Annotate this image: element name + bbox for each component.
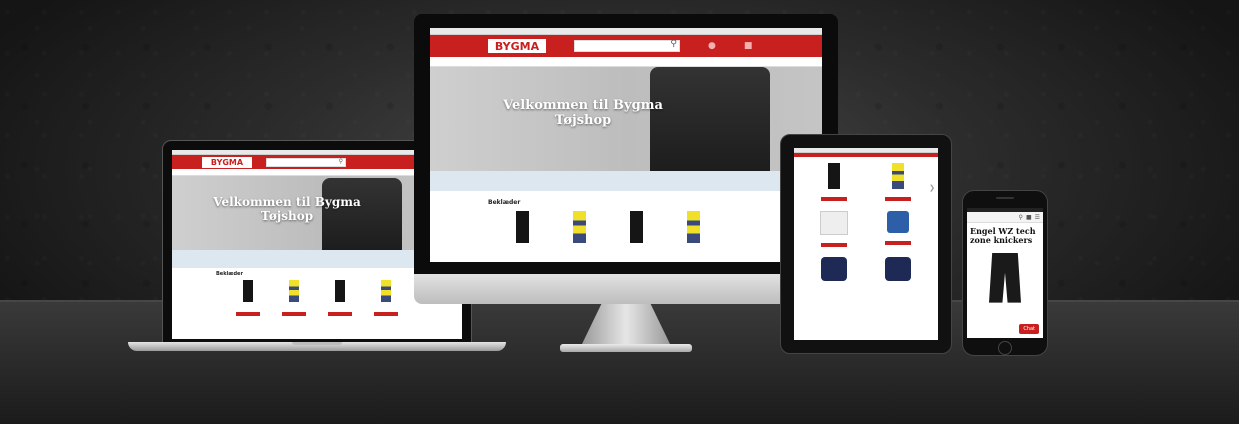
product-card[interactable] bbox=[573, 211, 586, 243]
hero-title: Velkommen til Bygma Tøjshop bbox=[488, 98, 678, 129]
hero-title-line1: Velkommen til Bygma bbox=[213, 195, 361, 209]
product-image bbox=[885, 257, 911, 281]
site-header: BYGMA ⚲ ● ■ bbox=[430, 35, 822, 57]
add-to-cart-button[interactable] bbox=[885, 241, 911, 245]
product-image bbox=[381, 280, 391, 302]
browser-chrome bbox=[430, 28, 822, 35]
product-card[interactable] bbox=[516, 211, 529, 243]
product-card[interactable] bbox=[866, 211, 930, 247]
product-list bbox=[430, 206, 822, 243]
product-image bbox=[289, 280, 299, 302]
hero-title: Velkommen til Bygma Tøjshop bbox=[207, 195, 367, 224]
product-image bbox=[516, 211, 529, 243]
product-image bbox=[820, 211, 848, 235]
product-card[interactable] bbox=[802, 163, 866, 201]
product-card[interactable] bbox=[866, 257, 930, 281]
tablet-screen: ❯ bbox=[794, 148, 938, 340]
search-icon[interactable]: ⚲ bbox=[670, 39, 677, 49]
search-input[interactable]: ⚲ bbox=[574, 39, 680, 52]
phone-device: ⚲ ■ ☰ Engel WZ tech zone knickers Chat bbox=[962, 190, 1048, 356]
phone-nav-bar: ⚲ ■ ☰ bbox=[967, 212, 1043, 223]
chat-button[interactable]: Chat bbox=[1019, 324, 1039, 334]
add-to-cart-button[interactable] bbox=[236, 312, 260, 316]
bygma-logo[interactable]: BYGMA bbox=[202, 156, 252, 168]
product-image bbox=[821, 257, 847, 281]
phone-home-button bbox=[998, 341, 1012, 355]
add-to-cart-button[interactable] bbox=[821, 197, 847, 201]
product-grid bbox=[794, 157, 938, 287]
product-title: Engel WZ tech zone knickers bbox=[970, 226, 1036, 245]
monitor-foot bbox=[560, 344, 692, 352]
section-title: Beklæder bbox=[488, 199, 521, 206]
cart-icon[interactable]: ■ bbox=[1026, 214, 1032, 221]
bygma-logo[interactable]: BYGMA bbox=[488, 39, 546, 53]
desktop-monitor-device: BYGMA ⚲ ● ■ Velkommen til Bygma Tøjshop … bbox=[414, 14, 838, 354]
tablet-device: ❯ bbox=[780, 134, 952, 354]
search-input[interactable]: ⚲ bbox=[266, 157, 346, 167]
phone-screen: ⚲ ■ ☰ Engel WZ tech zone knickers Chat bbox=[967, 208, 1043, 338]
product-image bbox=[892, 163, 904, 189]
add-to-cart-button[interactable] bbox=[328, 312, 352, 316]
cart-icon[interactable]: ■ bbox=[744, 41, 753, 51]
product-card[interactable] bbox=[374, 280, 398, 316]
product-image bbox=[828, 163, 840, 189]
add-to-cart-button[interactable] bbox=[821, 243, 847, 247]
chevron-right-icon[interactable]: ❯ bbox=[929, 184, 935, 192]
product-card[interactable] bbox=[687, 211, 700, 243]
hero-image: Velkommen til Bygma Tøjshop bbox=[430, 67, 822, 171]
account-info-bar bbox=[430, 171, 822, 191]
product-card[interactable] bbox=[328, 280, 352, 316]
product-image bbox=[687, 211, 700, 243]
add-to-cart-button[interactable] bbox=[282, 312, 306, 316]
hero-banner-scene: BYGMA ⚲ Velkommen til Bygma Tøjshop Bekl… bbox=[0, 0, 1239, 424]
product-card[interactable] bbox=[866, 163, 930, 201]
hero-title-line2: Tøjshop bbox=[554, 112, 612, 128]
add-to-cart-button[interactable] bbox=[374, 312, 398, 316]
product-card[interactable] bbox=[236, 280, 260, 316]
hero-title-line1: Velkommen til Bygma bbox=[503, 98, 663, 113]
product-image bbox=[630, 211, 643, 243]
product-image bbox=[573, 211, 586, 243]
main-nav bbox=[430, 57, 822, 67]
monitor-chin bbox=[414, 274, 838, 304]
search-icon[interactable]: ⚲ bbox=[339, 158, 343, 165]
monitor-stand bbox=[582, 304, 670, 344]
product-card[interactable] bbox=[630, 211, 643, 243]
product-card[interactable] bbox=[802, 211, 866, 247]
monitor-screen: BYGMA ⚲ ● ■ Velkommen til Bygma Tøjshop … bbox=[430, 28, 822, 262]
product-image bbox=[989, 252, 1021, 303]
menu-icon[interactable]: ☰ bbox=[1035, 214, 1040, 221]
product-image bbox=[887, 211, 909, 233]
hero-title-line2: Tøjshop bbox=[260, 208, 314, 223]
product-card[interactable] bbox=[282, 280, 306, 316]
search-icon[interactable]: ⚲ bbox=[1019, 214, 1023, 221]
add-to-cart-button[interactable] bbox=[885, 197, 911, 201]
phone-speaker bbox=[996, 197, 1014, 199]
product-card[interactable] bbox=[802, 257, 866, 281]
laptop-notch bbox=[292, 342, 342, 345]
user-icon[interactable]: ● bbox=[708, 41, 716, 51]
product-image bbox=[243, 280, 253, 302]
product-image bbox=[335, 280, 345, 302]
